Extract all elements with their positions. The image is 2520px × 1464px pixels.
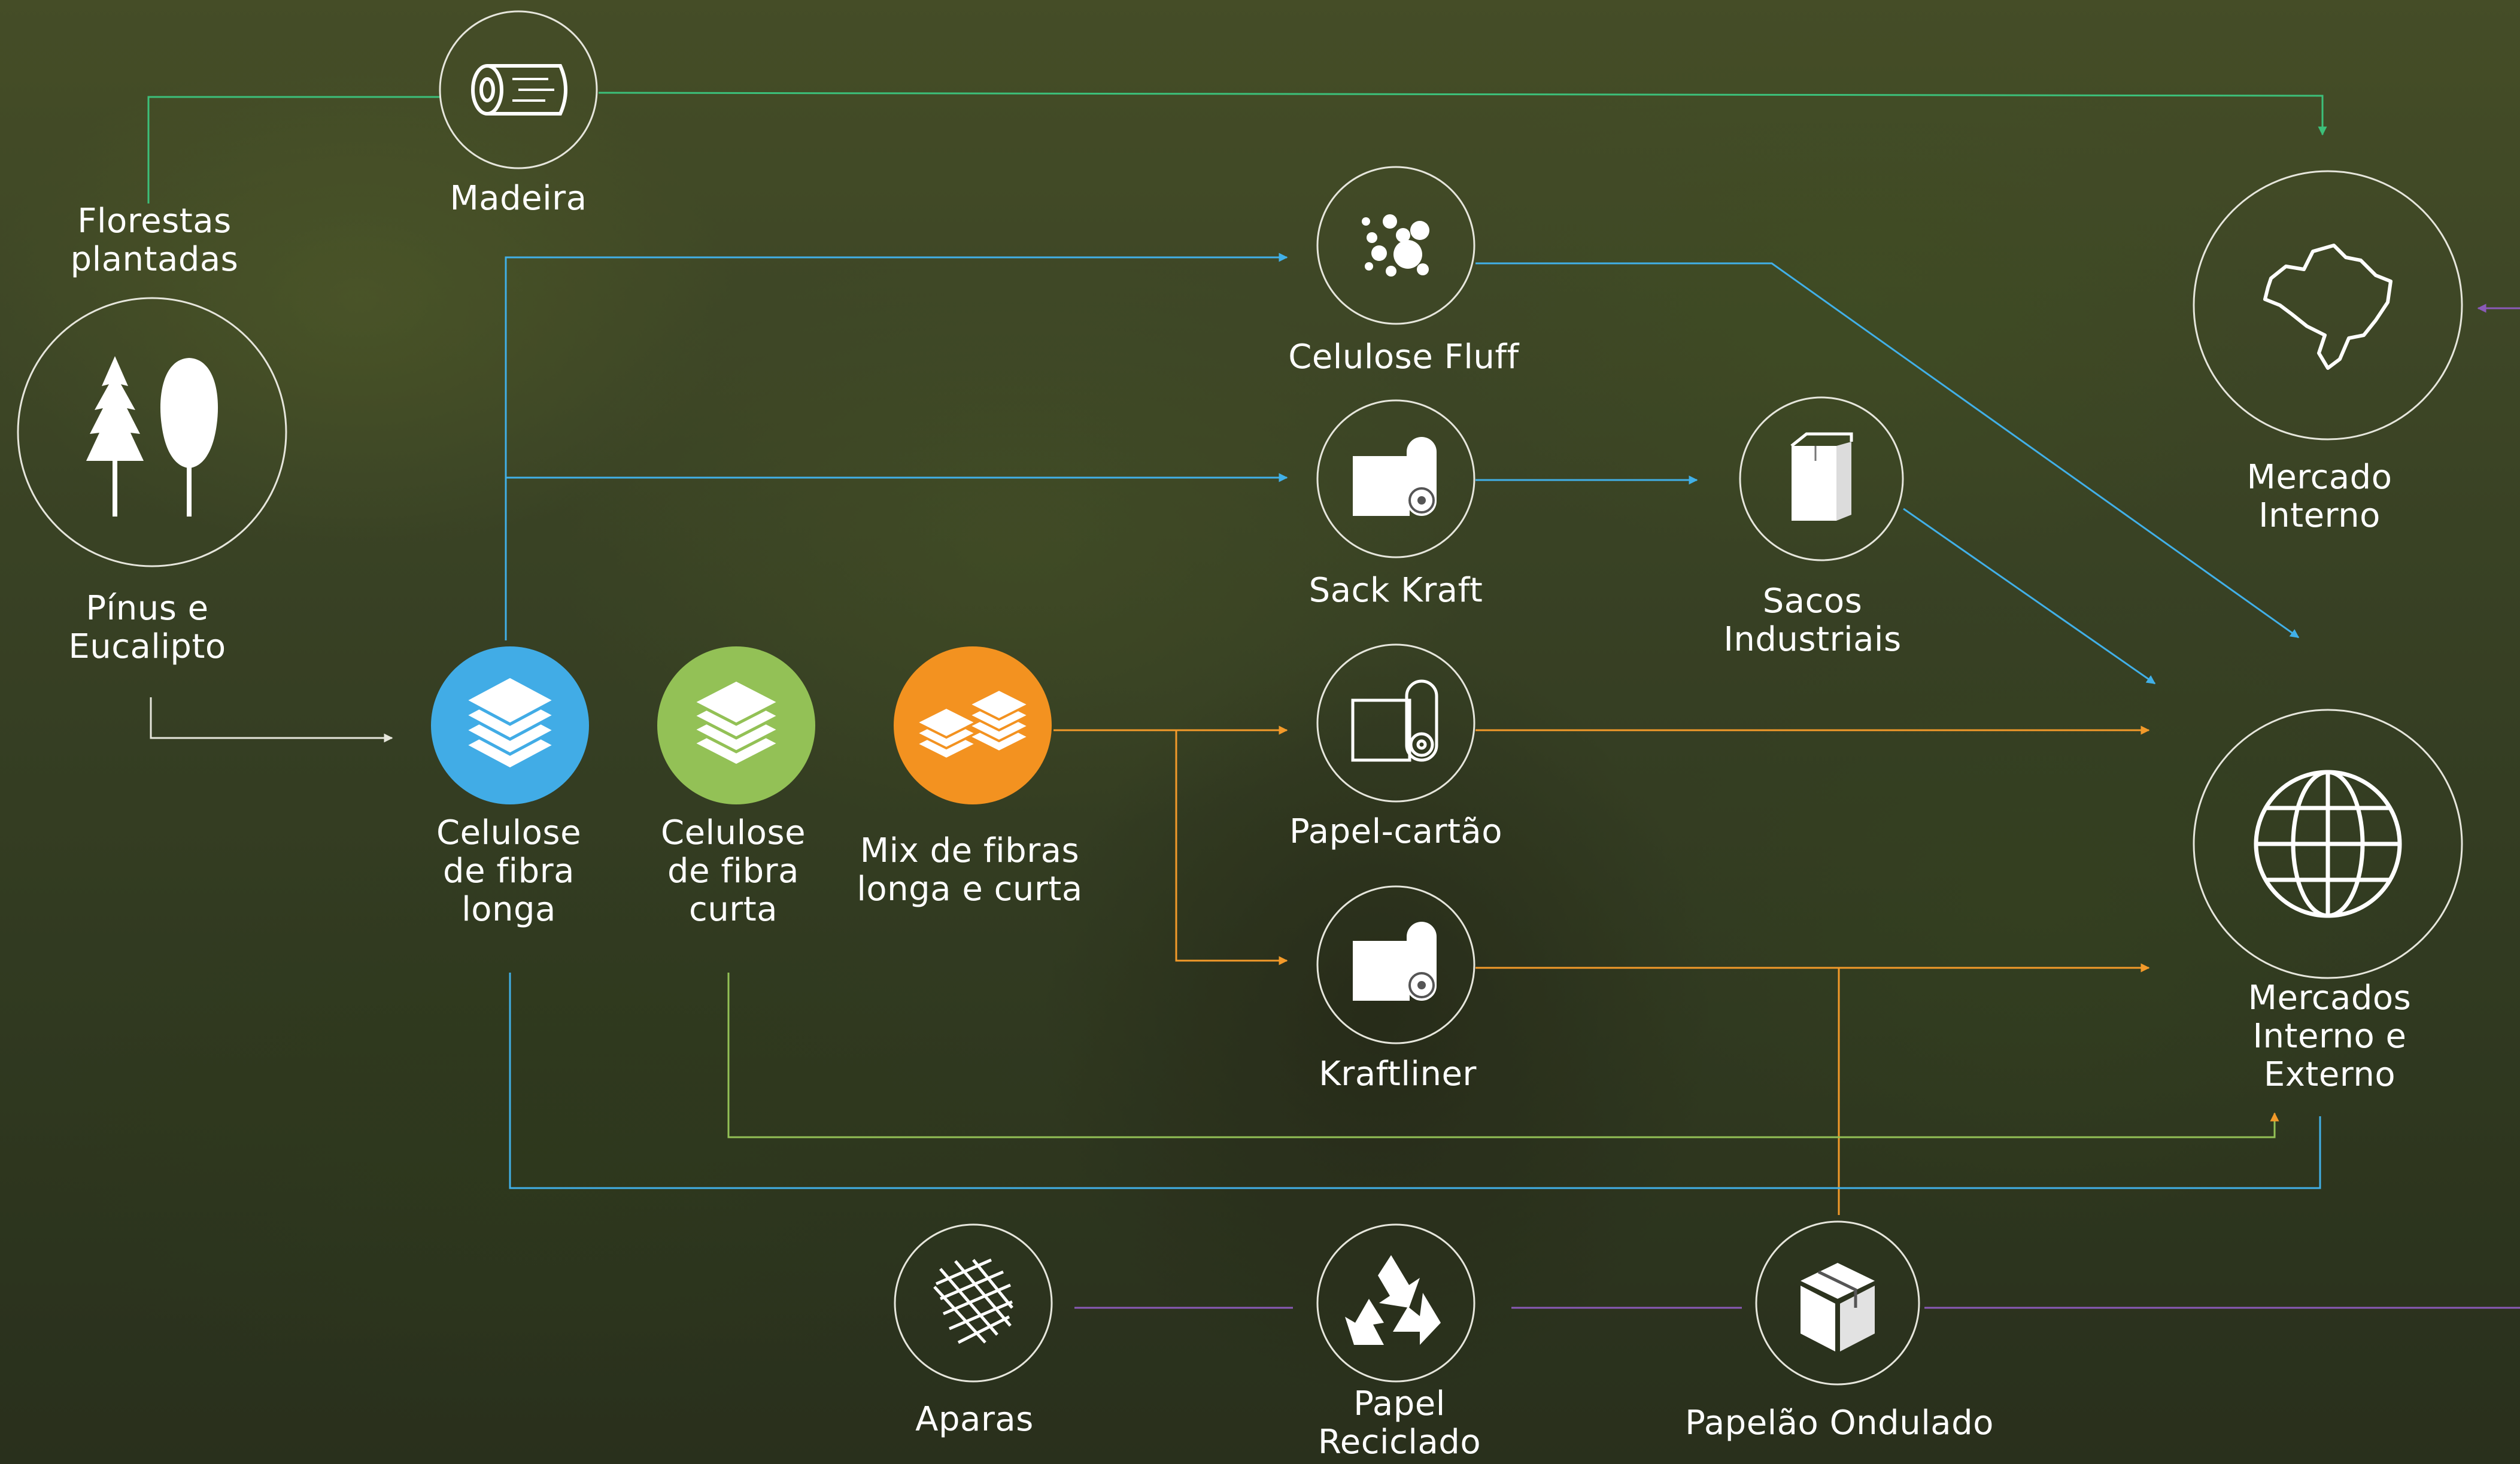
log-icon: [471, 64, 567, 116]
papel-cartao-ring: [1316, 643, 1475, 803]
pinus-ring: [17, 297, 287, 567]
fibra-curta-label: Celulose de fibra curta: [660, 813, 806, 929]
kraftliner-label: Kraftliner: [1319, 1055, 1477, 1094]
pinus-eucalipto-label: Pínus e Eucalipto: [68, 589, 226, 666]
connector-mix-kraftliner: [1175, 730, 1288, 965]
sacos-industriais-label: Sacos Industriais: [1723, 582, 1902, 659]
brazil-map-icon: [2263, 244, 2393, 370]
papel-cartao-label: Papel-cartão: [1289, 812, 1502, 851]
florestas-plantadas-label: Florestas plantadas: [70, 202, 239, 279]
papelao-ring: [1755, 1220, 1920, 1386]
box-icon: [1801, 1263, 1875, 1351]
aparas-ring: [894, 1223, 1053, 1383]
paper-roll-icon: [1353, 922, 1437, 1001]
connector-fibra-curta-mercados: [727, 973, 2279, 1138]
sack-kraft-label: Sack Kraft: [1308, 571, 1483, 610]
paper-roll-outline-icon: [1351, 679, 1438, 762]
connector-fibra-longa-fluff: [505, 253, 1288, 640]
fibra-longa-label: Celulose de fibra longa: [436, 813, 582, 929]
paper-bag-icon: [1790, 432, 1853, 521]
mercados-label: Mercados Interno e Externo: [2248, 979, 2412, 1094]
flow-diagram: [17, 10, 2520, 1386]
recycle-icon: [1345, 1255, 1441, 1345]
shreds-icon: [933, 1258, 1013, 1344]
celulose-fluff-label: Celulose Fluff: [1288, 338, 1519, 376]
trees-icon: [86, 356, 218, 517]
diagram-canvas: Madeira Florestas plantadas Pínus e Euca…: [0, 0, 2520, 1464]
connector-florestas-madeira: [147, 96, 440, 203]
connector-fluff-mercados: [1475, 262, 2300, 639]
mercado-interno-label: Mercado Interno: [2246, 458, 2393, 535]
bubbles-icon: [1362, 214, 1429, 277]
fluff-ring: [1316, 166, 1475, 325]
mix-fibras-label: Mix de fibras longa e curta: [857, 831, 1083, 909]
globe-icon: [2254, 770, 2402, 918]
papel-reciclado-label: Papel Reciclado: [1317, 1384, 1481, 1462]
node-rings: [17, 10, 2463, 1386]
paper-roll-icon: [1353, 437, 1437, 516]
papelao-ondulado-label: Papelão Ondulado: [1685, 1404, 1994, 1442]
connector-sacos-mercados: [1903, 508, 2156, 685]
mercado-interno-ring: [2193, 170, 2463, 441]
connector-pinus-fibra: [150, 697, 393, 743]
aparas-label: Aparas: [915, 1400, 1034, 1439]
madeira-label: Madeira: [450, 179, 587, 218]
connector-madeira-mercado-interno: [598, 92, 2327, 136]
